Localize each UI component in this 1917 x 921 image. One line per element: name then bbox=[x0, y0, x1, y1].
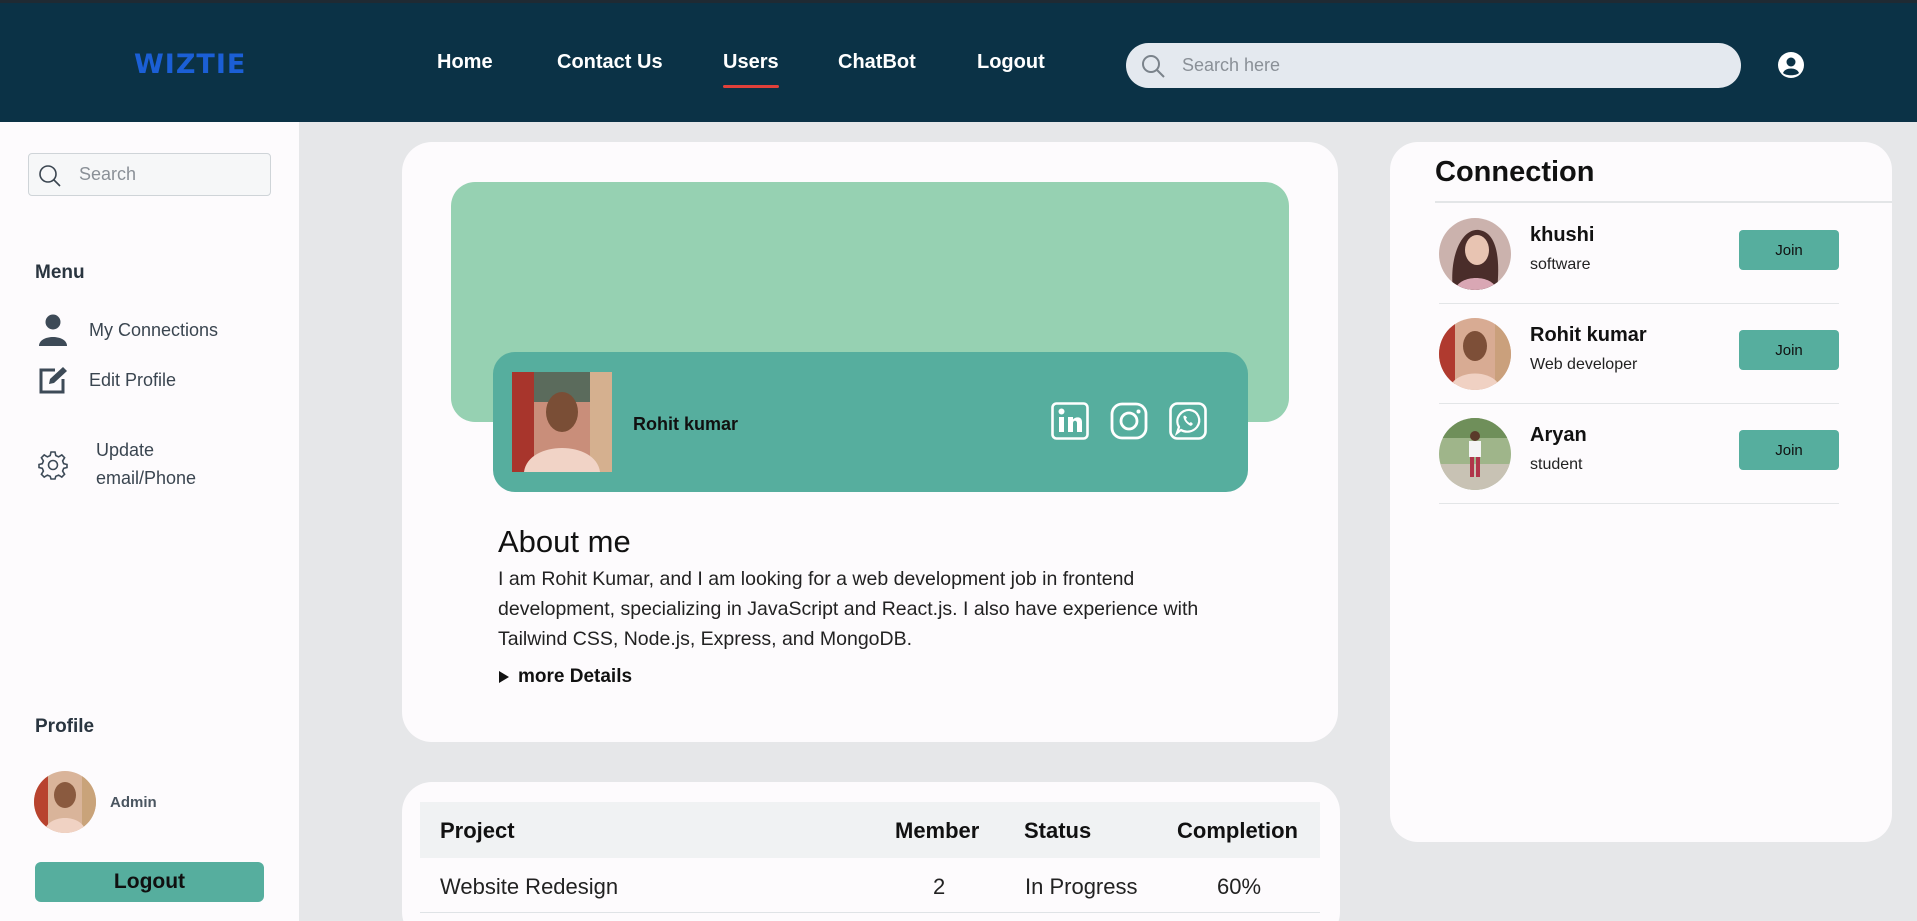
connection-name: khushi bbox=[1530, 224, 1595, 246]
about-text: I am Rohit Kumar, and I am looking for a… bbox=[498, 568, 1199, 650]
table-row-divider bbox=[420, 912, 1320, 913]
profile-card: Rohit kumar About me I am Rohit Kumar, a… bbox=[402, 142, 1338, 742]
header-search-input[interactable] bbox=[1182, 43, 1722, 88]
connection-name: Rohit kumar bbox=[1530, 324, 1647, 346]
gear-icon bbox=[35, 436, 71, 480]
cell-project: Website Redesign bbox=[440, 874, 619, 899]
connections-title: Connection bbox=[1435, 156, 1595, 188]
triangle-right-icon bbox=[499, 671, 509, 683]
user-circle-icon[interactable] bbox=[1777, 51, 1805, 79]
sidebar-item-label: Update email/Phone bbox=[96, 440, 197, 488]
col-header-project: Project bbox=[440, 818, 515, 843]
linkedin-icon[interactable] bbox=[1051, 402, 1089, 440]
sidebar-item-update-email-phone[interactable]: Update email/Phone bbox=[35, 436, 226, 492]
connection-role: student bbox=[1530, 456, 1583, 473]
nav-logout[interactable]: Logout bbox=[977, 51, 1045, 74]
connection-item: Rohit kumar Web developer Join bbox=[1439, 304, 1839, 404]
sidebar-item-label: Edit Profile bbox=[89, 370, 177, 390]
avatar[interactable] bbox=[1439, 418, 1511, 490]
connections-card: Connection khushi software Join Rohit ku… bbox=[1390, 142, 1892, 842]
connection-role: Web developer bbox=[1530, 356, 1638, 373]
left-sidebar: Menu My Connections Edit Profile Update … bbox=[0, 122, 299, 921]
join-button[interactable]: Join bbox=[1739, 330, 1839, 370]
nav-contact-us[interactable]: Contact Us bbox=[557, 51, 663, 74]
join-button[interactable]: Join bbox=[1739, 230, 1839, 270]
search-icon bbox=[39, 165, 61, 187]
nav-chatbot[interactable]: ChatBot bbox=[838, 51, 916, 74]
instagram-icon[interactable] bbox=[1110, 402, 1148, 440]
sidebar-search bbox=[28, 153, 271, 196]
person-icon bbox=[35, 314, 71, 346]
divider bbox=[1435, 201, 1892, 203]
join-button[interactable]: Join bbox=[1739, 430, 1839, 470]
avatar[interactable] bbox=[1439, 218, 1511, 290]
col-header-status: Status bbox=[1024, 818, 1092, 843]
cell-member: 2 bbox=[933, 874, 946, 899]
edit-icon bbox=[35, 365, 71, 395]
sidebar-search-input[interactable] bbox=[79, 154, 259, 195]
menu-heading: Menu bbox=[35, 262, 85, 283]
sidebar-item-label: My Connections bbox=[89, 320, 219, 340]
cell-completion: 60% bbox=[1217, 874, 1262, 899]
more-details-label: more Details bbox=[518, 666, 633, 687]
col-header-member: Member bbox=[895, 818, 980, 843]
more-details-toggle[interactable]: more Details bbox=[498, 666, 632, 688]
nav-users[interactable]: Users bbox=[723, 51, 779, 88]
projects-table-card: Project Member Status Completion Website… bbox=[402, 782, 1340, 921]
connection-role: software bbox=[1530, 256, 1591, 273]
sidebar-item-my-connections[interactable]: My Connections bbox=[35, 314, 218, 346]
cell-status: In Progress bbox=[1025, 874, 1138, 899]
sidebar-logout-button[interactable]: Logout bbox=[35, 862, 264, 902]
about-title: About me bbox=[498, 524, 631, 559]
header-search bbox=[1126, 43, 1741, 88]
col-header-completion: Completion bbox=[1177, 818, 1298, 843]
connection-name: Aryan bbox=[1530, 424, 1587, 446]
profile-photo bbox=[512, 372, 612, 472]
admin-name: Admin bbox=[110, 794, 157, 811]
connection-item: Aryan student Join bbox=[1439, 404, 1839, 504]
profile-name: Rohit kumar bbox=[633, 414, 739, 434]
profile-identity-bar: Rohit kumar bbox=[493, 352, 1248, 492]
top-navbar: WIZTIE Home Contact Us Users ChatBot Log… bbox=[0, 0, 1917, 122]
nav-home[interactable]: Home bbox=[437, 51, 493, 74]
brand-logo[interactable]: WIZTIE bbox=[134, 49, 246, 80]
search-icon bbox=[1142, 55, 1165, 78]
sidebar-item-edit-profile[interactable]: Edit Profile bbox=[35, 365, 176, 395]
avatar[interactable] bbox=[1439, 318, 1511, 390]
connection-item: khushi software Join bbox=[1439, 204, 1839, 304]
admin-avatar[interactable] bbox=[34, 771, 96, 833]
profile-heading: Profile bbox=[35, 716, 95, 737]
whatsapp-icon[interactable] bbox=[1169, 402, 1207, 440]
